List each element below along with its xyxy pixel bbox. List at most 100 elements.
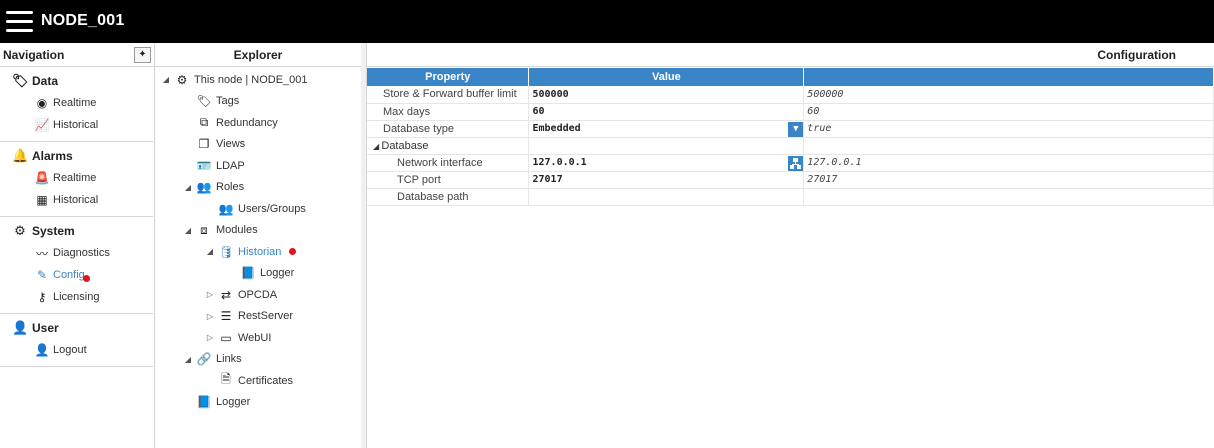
group-default-cell: [803, 137, 1214, 155]
tree-node-ldap[interactable]: 🪪 LDAP: [155, 155, 361, 177]
alarm-light-icon: 🚨: [34, 171, 50, 185]
exchange-icon: ⇄: [220, 287, 232, 302]
grid-row: Database type Embedded ▼ true: [367, 120, 1214, 138]
tree-node-label: Users/Groups: [238, 202, 306, 215]
tree-node-modules[interactable]: ◢ ⧈ Modules: [155, 220, 361, 242]
nav-item-label: Realtime: [53, 97, 97, 109]
property-default-cell: [803, 188, 1214, 206]
grid-row: Max days 60 60: [367, 103, 1214, 121]
navigation-title: Navigation: [3, 48, 65, 62]
property-value-cell[interactable]: 500000: [528, 86, 805, 104]
property-name-cell: Max days: [367, 103, 530, 121]
nav-item-label: Historical: [53, 119, 99, 131]
certificate-icon: 🗎: [221, 372, 231, 387]
book-icon: 📘: [196, 395, 212, 410]
tree-node-label: Certificates: [238, 374, 294, 387]
users-icon: 👥: [218, 201, 234, 216]
property-name-cell: Database path: [367, 188, 530, 206]
collapsed-toggle-icon[interactable]: ▷: [205, 312, 215, 321]
property-name-cell: Store & Forward buffer limit: [367, 86, 530, 104]
grid-header-row: Property Value: [367, 68, 1214, 86]
property-value-cell[interactable]: 60: [528, 103, 805, 121]
tree-node-label: Tags: [216, 95, 240, 108]
property-default-cell: true: [803, 120, 1214, 138]
property-value-cell[interactable]: 27017: [528, 171, 805, 189]
app-title: NODE_001: [41, 12, 125, 29]
top-bar: NODE_001: [0, 0, 1214, 43]
nav-item-label: Logout: [53, 344, 87, 356]
nav-item-user-logout[interactable]: 👤 Logout: [0, 339, 153, 361]
status-dot: [289, 248, 297, 256]
nav-item-label: Licensing: [53, 291, 100, 303]
property-value-cell[interactable]: Embedded ▼: [528, 120, 805, 138]
nav-item-alarms-historical[interactable]: ▦ Historical: [0, 189, 153, 211]
status-dot: [82, 274, 90, 282]
tree-node-users-groups[interactable]: 👥 Users/Groups: [155, 198, 361, 220]
tree-node-opcda[interactable]: ▷ ⇄ OPCDA: [155, 284, 361, 306]
collapsed-toggle-icon[interactable]: ▷: [205, 290, 215, 299]
property-default-cell: 500000: [803, 86, 1214, 104]
grid-group-row[interactable]: ◢ Database: [367, 137, 1214, 155]
property-column-header[interactable]: Property: [367, 68, 530, 86]
nav-section-title: 👤 User: [0, 317, 153, 339]
tree-node-logger[interactable]: 📘 Logger: [155, 392, 361, 414]
tree-node-label: WebUI: [238, 331, 272, 344]
tree-node-logger[interactable]: 📘 Logger: [155, 263, 361, 285]
group-value-cell: [528, 137, 805, 155]
tree-node-redundancy[interactable]: ⧉ Redundancy: [155, 112, 361, 134]
nav-item-system-config[interactable]: ✎ Config: [0, 264, 153, 286]
tree-node-this-node-node-001[interactable]: ◢ ⚙ This node | NODE_001: [155, 69, 361, 91]
property-value-cell[interactable]: [528, 188, 805, 206]
rss-icon: ◉: [36, 96, 48, 110]
nav-section-data: 🏷 Data ◉ Realtime 📈 Historical: [0, 67, 153, 142]
grid-row: Store & Forward buffer limit 500000 500000: [367, 86, 1214, 104]
tree-node-historian[interactable]: ◢ 🛢 Historian: [155, 241, 361, 263]
id-card-icon: 🪪: [196, 158, 212, 173]
property-name-cell: Database type: [367, 120, 530, 138]
expanded-toggle-icon[interactable]: ◢: [183, 355, 193, 364]
chevron-down-icon[interactable]: ▼: [788, 121, 804, 137]
value-column-header[interactable]: Value: [528, 68, 805, 86]
nav-item-alarms-realtime[interactable]: 🚨 Realtime: [0, 167, 153, 189]
tree-node-views[interactable]: ❐ Views: [155, 134, 361, 156]
tree-node-webui[interactable]: ▷ ▭ WebUI: [155, 327, 361, 349]
edit-icon: ✎: [36, 268, 48, 282]
group-label-cell[interactable]: ◢ Database: [367, 137, 530, 155]
expanded-toggle-icon[interactable]: ◢: [161, 75, 171, 84]
expanded-toggle-icon[interactable]: ◢: [183, 226, 193, 235]
property-value: Embedded: [532, 123, 581, 134]
property-value: 127.0.0.1: [532, 157, 587, 168]
collapsed-toggle-icon[interactable]: ▷: [205, 333, 215, 342]
nav-item-label: Config: [53, 269, 85, 281]
grid-row: Network interface 127.0.0.1 127.0.0.1: [367, 154, 1214, 172]
gear-icon: ⚙: [14, 223, 26, 238]
tree-node-links[interactable]: ◢ 🔗 Links: [155, 349, 361, 371]
network-icon[interactable]: [788, 155, 804, 171]
tag-icon: 🏷: [12, 73, 29, 88]
nav-section-label: Data: [32, 74, 59, 88]
group-label: Database: [381, 139, 429, 152]
hamburger-menu-icon[interactable]: [6, 11, 33, 32]
gears-icon: ⚙: [176, 72, 188, 87]
tree-node-label: Modules: [216, 224, 258, 237]
tree-node-certificates[interactable]: 🗎 Certificates: [155, 370, 361, 392]
tree-node-tags[interactable]: 🏷 Tags: [155, 91, 361, 113]
nav-section-title: ⚙ System: [0, 220, 153, 242]
tree-node-label: This node | NODE_001: [194, 73, 308, 86]
property-value-cell[interactable]: 127.0.0.1: [528, 154, 805, 172]
expanded-toggle-icon[interactable]: ◢: [183, 183, 193, 192]
line-chart-icon: 📈: [34, 118, 50, 132]
grid-row: Database path: [367, 188, 1214, 206]
database-icon: 🛢: [218, 244, 234, 259]
server-icon: ☰: [220, 309, 232, 324]
nav-item-system-diagnostics[interactable]: 〰 Diagnostics: [0, 242, 153, 264]
expanded-toggle-icon[interactable]: ◢: [205, 247, 215, 256]
nav-item-data-historical[interactable]: 📈 Historical: [0, 114, 153, 136]
tree-node-restserver[interactable]: ▷ ☰ RestServer: [155, 306, 361, 328]
nav-item-data-realtime[interactable]: ◉ Realtime: [0, 92, 153, 114]
pin-icon[interactable]: ✦: [134, 47, 151, 63]
tree-node-label: Logger: [260, 267, 295, 280]
default-column-header: [803, 68, 1214, 86]
nav-item-system-licensing[interactable]: ⚷ Licensing: [0, 286, 153, 308]
tree-node-roles[interactable]: ◢ 👥 Roles: [155, 177, 361, 199]
